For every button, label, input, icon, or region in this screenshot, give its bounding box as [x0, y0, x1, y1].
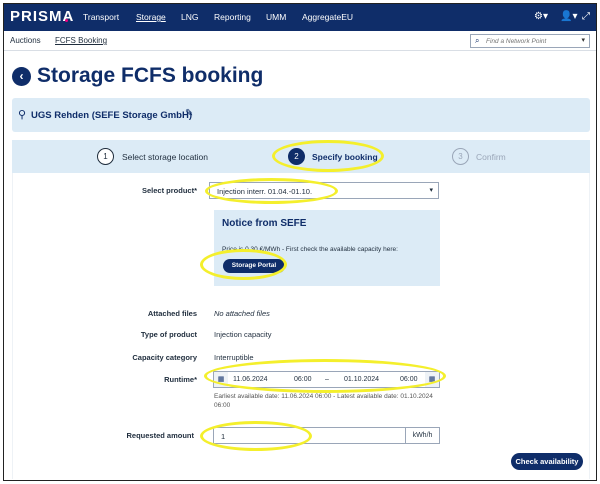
sub-navigation: Auctions FCFS Booking ⌕ ▾ — [4, 31, 596, 51]
top-navigation: PRISMA Transport Storage LNG Reporting U… — [4, 4, 596, 31]
chevron-down-icon[interactable]: ▾ — [581, 36, 585, 44]
calendar-icon[interactable]: ▦ — [425, 372, 439, 387]
search-input[interactable] — [486, 36, 576, 46]
chevron-down-icon: ▾ — [429, 187, 433, 194]
storage-portal-button[interactable]: Storage Portal — [223, 259, 285, 273]
product-label: Select product* — [141, 186, 197, 195]
sublink-auctions[interactable]: Auctions — [10, 36, 41, 45]
product-type-label: Type of product — [140, 330, 197, 339]
app-frame: PRISMA Transport Storage LNG Reporting U… — [3, 3, 597, 481]
runtime-end-time[interactable]: 06:00 — [400, 376, 418, 383]
nav-umm[interactable]: UMM — [266, 12, 286, 22]
nav-storage[interactable]: Storage — [136, 12, 166, 22]
step-1-label[interactable]: Select storage location — [122, 152, 208, 162]
step-1-number[interactable]: 1 — [97, 148, 114, 165]
attached-files-label: Attached files — [147, 309, 197, 318]
step-3-number: 3 — [452, 148, 469, 165]
user-icon[interactable]: 👤▾ — [560, 11, 577, 22]
attached-files-value: No attached files — [214, 309, 270, 318]
capacity-category-value: Interruptible — [214, 353, 254, 362]
runtime-label: Runtime* — [164, 375, 197, 384]
page-title: Storage FCFS booking — [37, 64, 264, 87]
notice-title: Notice from SEFE — [222, 218, 307, 229]
pencil-icon[interactable]: ✎ — [185, 108, 193, 119]
runtime-range: ▦ 11.06.2024 06:00 – 01.10.2024 06:00 ▦ — [213, 371, 440, 388]
runtime-hint: Earliest available date: 11.06.2024 06:0… — [214, 393, 433, 409]
back-button[interactable]: ‹ — [12, 67, 31, 86]
amount-input[interactable] — [221, 431, 401, 441]
check-availability-button[interactable]: Check availability — [511, 453, 583, 470]
amount-field[interactable]: kWh/h — [213, 427, 440, 444]
gear-icon[interactable]: ⚙▾ — [534, 11, 548, 22]
notice-text: Price is 0.30 €/MWh - First check the av… — [222, 246, 398, 253]
runtime-end-date[interactable]: 01.10.2024 — [344, 376, 379, 383]
booking-stepper: 1 Select storage location 2 Specify book… — [12, 140, 590, 173]
search-icon: ⌕ — [475, 36, 480, 45]
runtime-separator: – — [325, 376, 329, 383]
product-type-value: Injection capacity — [214, 330, 272, 339]
sublink-fcfs-booking[interactable]: FCFS Booking — [55, 36, 107, 45]
logo-dot — [65, 19, 68, 22]
prisma-logo[interactable]: PRISMA — [10, 8, 74, 25]
nav-reporting[interactable]: Reporting — [214, 12, 251, 22]
step-2-number: 2 — [288, 148, 305, 165]
notice-box: Notice from SEFE Price is 0.30 €/MWh - F… — [214, 210, 440, 286]
runtime-start-time[interactable]: 06:00 — [294, 376, 312, 383]
location-name: UGS Rehden (SEFE Storage GmbH) — [31, 110, 192, 121]
calendar-icon[interactable]: ▦ — [214, 372, 228, 387]
product-select[interactable]: Injection interr. 01.04.-01.10. ▾ — [209, 182, 439, 199]
nav-transport[interactable]: Transport — [83, 12, 119, 22]
nav-aggregateeu[interactable]: AggregateEU — [302, 12, 353, 22]
runtime-start-date[interactable]: 11.06.2024 — [233, 376, 268, 383]
product-select-value: Injection interr. 01.04.-01.10. — [217, 187, 313, 196]
network-point-search[interactable]: ⌕ ▾ — [470, 34, 590, 48]
amount-unit: kWh/h — [405, 428, 439, 443]
nav-lng[interactable]: LNG — [181, 12, 198, 22]
map-pin-icon: ⚲ — [18, 109, 27, 121]
amount-label: Requested amount — [126, 431, 194, 440]
storage-location-bar: ⚲ UGS Rehden (SEFE Storage GmbH) ✎ — [12, 98, 590, 132]
step-3-label: Confirm — [476, 152, 506, 162]
expand-icon[interactable]: ⤢ — [582, 11, 590, 22]
step-2-label: Specify booking — [312, 152, 378, 162]
capacity-category-label: Capacity category — [132, 353, 197, 362]
